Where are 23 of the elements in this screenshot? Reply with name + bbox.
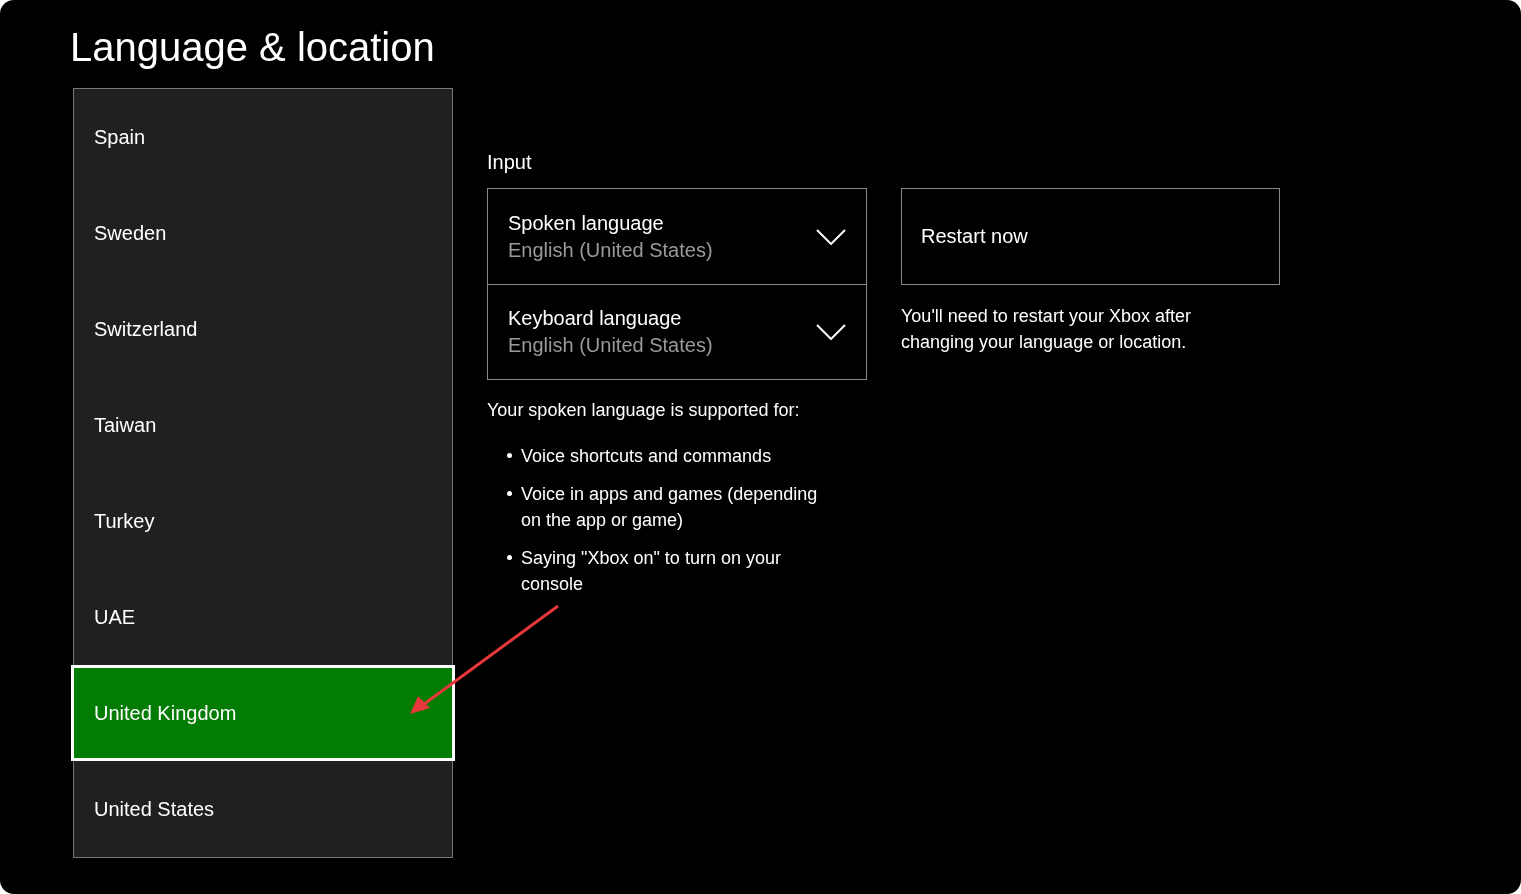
section-heading: Input — [487, 150, 533, 175]
restart-note: You'll need to restart your Xbox after changing your language or location. — [901, 305, 1192, 354]
support-text: Your spoken language is supported for: — [487, 400, 801, 421]
bullet-icon — [507, 491, 512, 496]
region-item[interactable]: Spain — [74, 89, 452, 185]
region-item[interactable]: UAE — [74, 569, 452, 665]
chevron-down-icon — [816, 228, 846, 245]
page-title: Language & location — [70, 24, 436, 71]
region-item[interactable]: United Kingdom — [71, 665, 455, 761]
support-item: Saying "Xbox on" to turn on your console — [521, 547, 782, 596]
bullet-icon — [507, 555, 512, 560]
chevron-down-icon — [816, 324, 846, 340]
restart-button[interactable]: Restart now — [901, 188, 1280, 285]
region-item[interactable]: Turkey — [74, 473, 452, 569]
region-item[interactable]: Switzerland — [74, 281, 452, 377]
region-item[interactable]: United States — [74, 761, 452, 857]
region-item[interactable]: Taiwan — [74, 377, 452, 473]
language-dropdown[interactable]: Spoken language English (United States) — [488, 189, 866, 284]
bullet-icon — [507, 453, 512, 458]
region-item[interactable]: Sweden — [74, 185, 452, 281]
support-item: Voice in apps and games (depending on the app or game) — [521, 483, 819, 532]
language-dropdown[interactable]: Keyboard language English (United States) — [488, 284, 866, 379]
support-item: Voice shortcuts and commands — [521, 445, 773, 468]
